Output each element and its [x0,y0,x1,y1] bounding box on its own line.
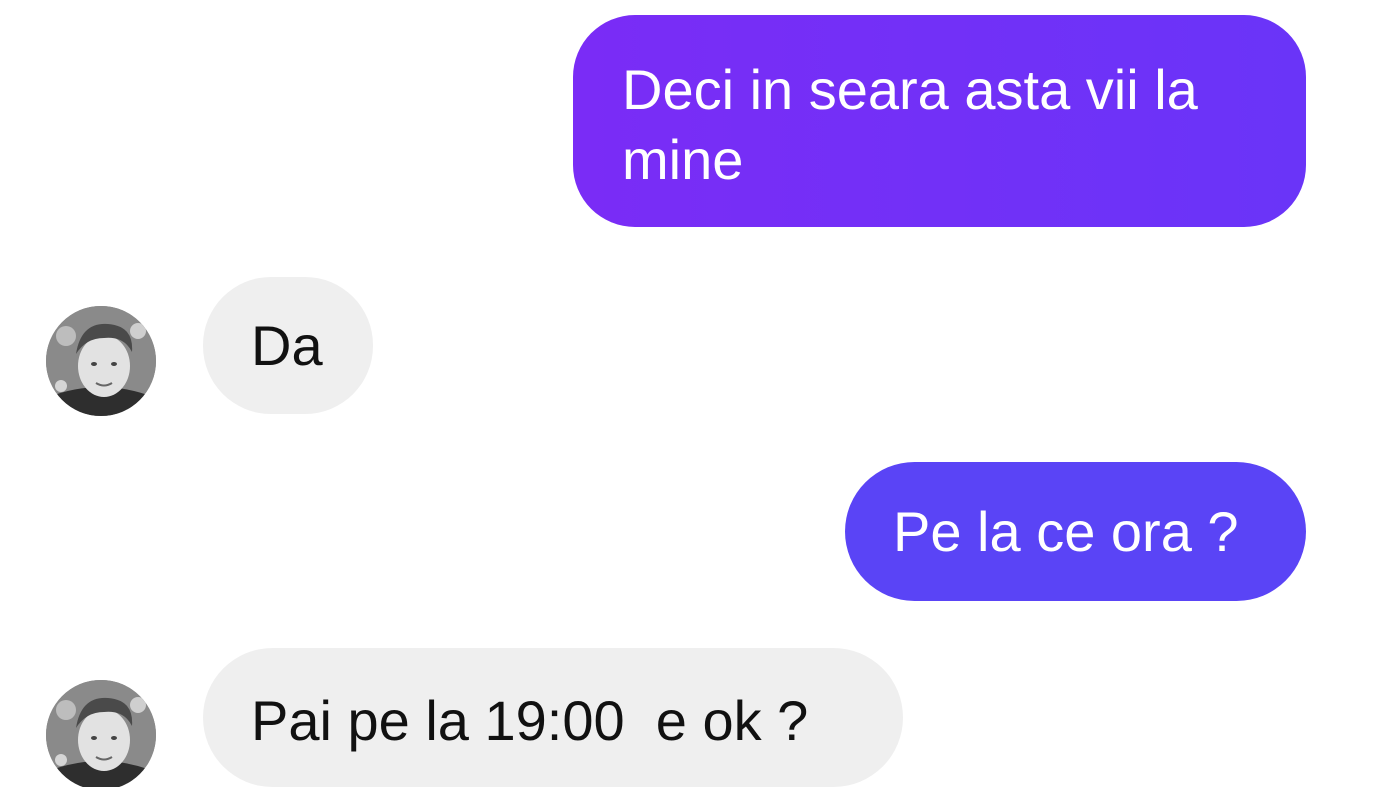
contact-avatar[interactable] [46,306,156,416]
avatar-photo-icon [46,306,156,416]
avatar-photo-icon [46,680,156,787]
message-text: Da [251,314,323,377]
message-text: Deci in seara asta vii la mine [622,58,1198,191]
message-text: Pai pe la 19:00 e ok ? [251,689,809,752]
message-text: Pe la ce ora ? [893,500,1239,563]
chat-thread: Deci in seara asta vii la mine Da Pe la … [0,0,1400,787]
contact-avatar[interactable] [46,680,156,787]
outgoing-message-bubble[interactable]: Deci in seara asta vii la mine [573,15,1306,227]
outgoing-message-bubble[interactable]: Pe la ce ora ? [845,462,1306,601]
incoming-message-bubble[interactable]: Da [203,277,373,414]
incoming-message-bubble[interactable]: Pai pe la 19:00 e ok ? [203,648,903,787]
